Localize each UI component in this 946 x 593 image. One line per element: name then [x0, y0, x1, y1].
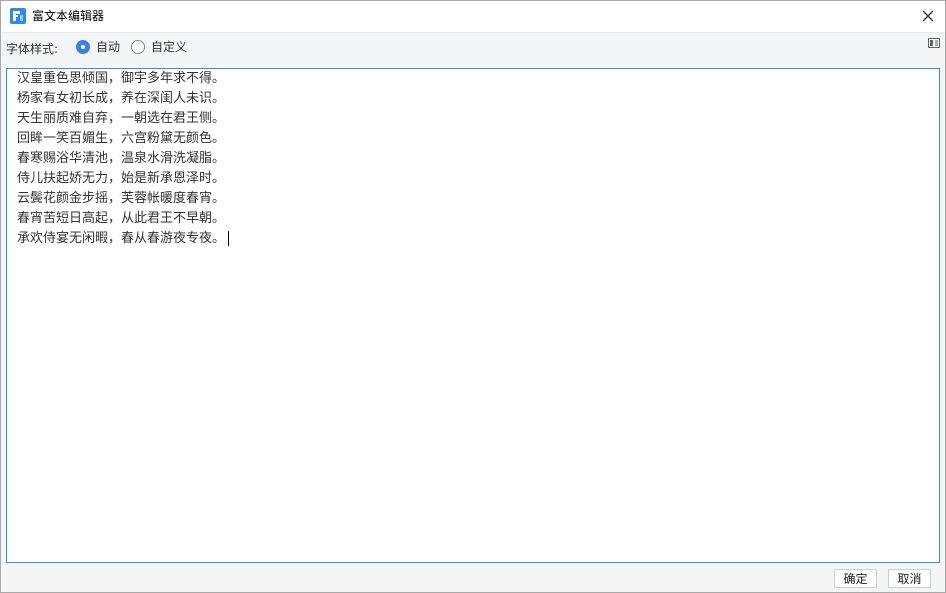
- radio-custom-label: 自定义: [151, 40, 188, 54]
- ok-button[interactable]: 确定: [834, 569, 877, 588]
- text-line: 汉皇重色思倾国，御宇多年求不得。: [17, 71, 226, 86]
- window-title: 富文本编辑器: [32, 9, 105, 23]
- expand-panel-icon[interactable]: [928, 38, 940, 48]
- text-caret: [228, 231, 230, 246]
- text-line: 回眸一笑百媚生，六宫粉黛无颜色。: [17, 131, 226, 146]
- text-line: 春宵苦短日高起，从此君王不早朝。: [17, 211, 226, 226]
- rich-text-editor-dialog: 富文本编辑器 字体样式: 自动 自定义 汉皇重色思倾国，御宇多年求不得。 杨家有…: [0, 0, 946, 593]
- text-line: 春寒赐浴华清池，温泉水滑洗凝脂。: [17, 151, 226, 166]
- rich-text-area[interactable]: 汉皇重色思倾国，御宇多年求不得。 杨家有女初长成，养在深闺人未识。 天生丽质难自…: [6, 68, 940, 563]
- cancel-button[interactable]: 取消: [888, 569, 931, 588]
- text-line: 杨家有女初长成，养在深闺人未识。: [17, 91, 226, 106]
- close-icon: [922, 10, 934, 22]
- close-button[interactable]: [917, 5, 939, 27]
- title-bar: 富文本编辑器: [1, 1, 945, 32]
- radio-auto-indicator: [76, 39, 90, 54]
- fine-report-logo-icon: [10, 8, 26, 24]
- text-line: 承欢侍宴无闲暇，春从春游夜专夜。: [17, 231, 226, 246]
- radio-custom-indicator: [131, 39, 145, 54]
- font-style-label: 字体样式:: [6, 42, 59, 56]
- style-toolbar: 字体样式: 自动 自定义: [1, 32, 945, 67]
- radio-auto-label: 自动: [96, 40, 121, 54]
- text-line: 云鬓花颜金步摇，芙蓉帐暖度春宵。: [17, 191, 226, 206]
- radio-auto[interactable]: 自动: [76, 38, 120, 55]
- text-line-last: 承欢侍宴无闲暇，春从春游夜专夜。: [17, 229, 939, 249]
- text-line: 侍儿扶起娇无力，始是新承恩泽时。: [17, 171, 226, 186]
- radio-custom[interactable]: 自定义: [131, 38, 187, 55]
- text-line: 天生丽质难自弃，一朝选在君王侧。: [17, 111, 226, 126]
